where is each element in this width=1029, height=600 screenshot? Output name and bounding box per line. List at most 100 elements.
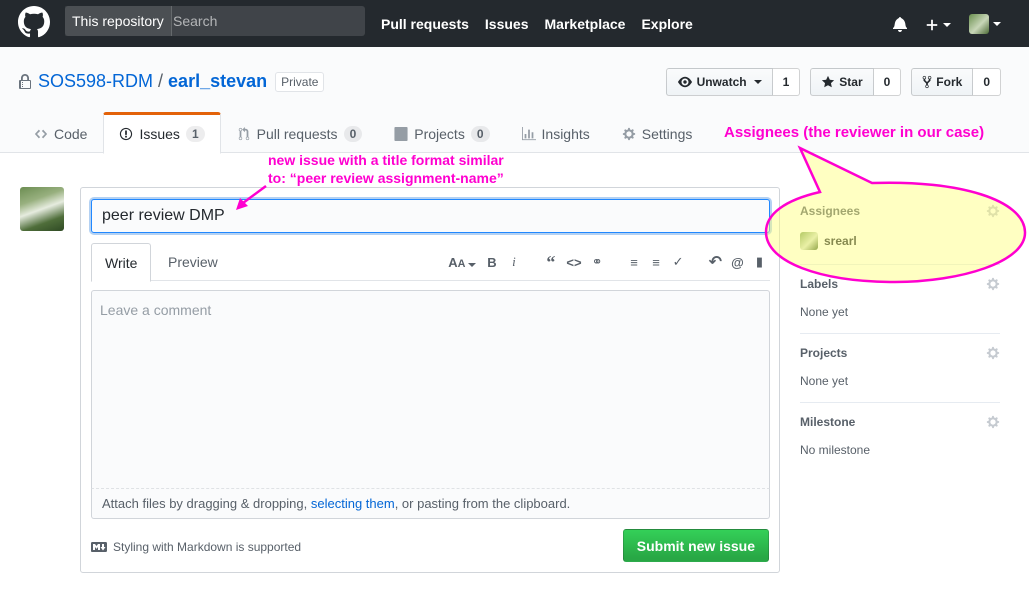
- tab-pull-requests[interactable]: Pull requests 0: [221, 112, 379, 153]
- global-header: This repository Pull requests Issues Mar…: [0, 0, 1029, 47]
- watch-group: Unwatch 1: [665, 68, 801, 96]
- eye-icon: [677, 76, 692, 88]
- chevron-down-icon: [993, 21, 1001, 26]
- quote-icon[interactable]: “: [544, 252, 557, 273]
- code-icon: [34, 129, 48, 138]
- pull-request-icon: [238, 126, 249, 140]
- sidebar-projects[interactable]: Projects None yet: [800, 334, 1000, 403]
- issue-title-input[interactable]: [91, 199, 770, 233]
- fork-button[interactable]: Fork: [911, 68, 974, 96]
- pull-requests-counter: 0: [343, 125, 363, 142]
- star-group: Star 0: [810, 68, 902, 96]
- markdown-toolbar: AA B i “ <> ⚭ ≡ ≡ ✓ ↶ @ ▮: [448, 243, 766, 281]
- gear-icon[interactable]: [986, 415, 1000, 429]
- unordered-list-icon[interactable]: ≡: [628, 255, 641, 270]
- tab-code[interactable]: Code: [18, 112, 103, 153]
- projects-value: None yet: [800, 374, 849, 388]
- unwatch-label: Unwatch: [696, 75, 747, 89]
- unwatch-button[interactable]: Unwatch: [665, 68, 773, 96]
- nav-issues[interactable]: Issues: [485, 16, 529, 32]
- code-icon[interactable]: <>: [566, 255, 581, 270]
- gear-icon[interactable]: [986, 204, 1000, 218]
- assignee-name: srearl: [824, 234, 857, 248]
- lock-icon: [19, 73, 31, 89]
- path-divider: /: [158, 71, 164, 91]
- graph-icon: [521, 126, 536, 140]
- projects-heading: Projects: [800, 346, 848, 360]
- markdown-note-text: Styling with Markdown is supported: [113, 540, 302, 554]
- issue-sidebar: Assignees srearl Labels None yet Project…: [800, 192, 1000, 471]
- task-list-icon[interactable]: ✓: [672, 254, 685, 270]
- toolbar-group-text: AA B i: [448, 254, 520, 270]
- select-files-link[interactable]: selecting them: [311, 496, 395, 511]
- fork-group: Fork 0: [911, 68, 1001, 96]
- project-icon: [394, 126, 408, 141]
- toolbar-group-insert: “ <> ⚭: [544, 252, 603, 273]
- toolbar-group-misc: ↶ @ ▮: [709, 252, 766, 272]
- fork-label: Fork: [936, 75, 963, 89]
- tab-projects-label: Projects: [414, 125, 465, 142]
- gear-icon[interactable]: [986, 346, 1000, 360]
- gear-icon: [622, 127, 635, 140]
- private-badge: Private: [275, 71, 325, 92]
- issue-icon: [120, 127, 133, 141]
- attach-suffix: , or pasting from the clipboard.: [394, 496, 571, 511]
- avatar: [969, 13, 989, 34]
- header-search: This repository: [65, 6, 365, 36]
- repo-owner-link[interactable]: SOS598-RDM: [38, 71, 153, 92]
- mention-icon[interactable]: @: [731, 255, 744, 270]
- search-input[interactable]: [173, 6, 363, 36]
- search-scope-badge: This repository: [65, 6, 172, 36]
- header-user-actions: [893, 0, 1001, 47]
- user-menu[interactable]: [969, 13, 1001, 34]
- sidebar-milestone[interactable]: Milestone No milestone: [800, 403, 1000, 471]
- link-icon[interactable]: ⚭: [591, 254, 604, 270]
- tab-insights[interactable]: Insights: [506, 112, 606, 153]
- nav-marketplace[interactable]: Marketplace: [545, 16, 626, 32]
- projects-counter: 0: [470, 125, 490, 142]
- italic-icon[interactable]: i: [507, 254, 520, 270]
- file-attach-hint: Attach files by dragging & dropping, sel…: [91, 489, 770, 519]
- bold-icon[interactable]: B: [485, 255, 498, 270]
- fork-count[interactable]: 0: [973, 68, 1001, 96]
- submit-issue-button[interactable]: Submit new issue: [622, 529, 769, 562]
- bookmark-icon[interactable]: ▮: [753, 254, 766, 270]
- bell-icon[interactable]: [893, 16, 907, 32]
- markdown-note[interactable]: Styling with Markdown is supported: [91, 540, 301, 554]
- tab-insights-label: Insights: [541, 125, 590, 142]
- avatar[interactable]: [20, 187, 64, 231]
- issues-counter: 1: [185, 126, 205, 142]
- attach-prefix: Attach files by dragging & dropping,: [102, 496, 308, 511]
- star-icon: [822, 75, 835, 88]
- text-size-icon[interactable]: AA: [448, 255, 477, 270]
- tab-issues[interactable]: Issues 1: [103, 112, 221, 154]
- watch-count[interactable]: 1: [772, 68, 801, 96]
- tab-issues-label: Issues: [139, 126, 180, 142]
- title-annotation: new issue with a title format similar to…: [268, 151, 504, 187]
- gear-icon[interactable]: [986, 277, 1000, 291]
- comment-textarea[interactable]: [91, 290, 770, 489]
- ordered-list-icon[interactable]: ≡: [650, 255, 663, 270]
- tab-preview[interactable]: Preview: [155, 243, 231, 281]
- tab-write[interactable]: Write: [91, 243, 152, 282]
- sidebar-assignees[interactable]: Assignees srearl: [800, 192, 1000, 265]
- tab-projects[interactable]: Projects 0: [378, 112, 505, 153]
- nav-explore[interactable]: Explore: [641, 16, 692, 32]
- sidebar-labels[interactable]: Labels None yet: [800, 265, 1000, 334]
- repo-name-link[interactable]: earl_stevan: [168, 71, 267, 92]
- assignees-heading: Assignees: [800, 204, 861, 218]
- create-new-menu[interactable]: [925, 15, 951, 31]
- title-annotation-line1: new issue with a title format similar: [268, 152, 504, 168]
- plus-icon: [926, 19, 938, 30]
- assignee-entry[interactable]: srearl: [800, 232, 1000, 250]
- star-button[interactable]: Star: [810, 68, 874, 96]
- tab-settings-label: Settings: [641, 125, 693, 142]
- star-count[interactable]: 0: [873, 68, 902, 96]
- markdown-icon: [91, 542, 107, 552]
- github-logo-icon[interactable]: [18, 6, 50, 38]
- reply-icon[interactable]: ↶: [709, 252, 722, 272]
- repo-title: SOS598-RDM / earl_stevan Private: [18, 71, 325, 92]
- nav-pull-requests[interactable]: Pull requests: [381, 16, 469, 32]
- tab-settings[interactable]: Settings: [606, 112, 709, 153]
- toolbar-group-lists: ≡ ≡ ✓: [628, 254, 685, 270]
